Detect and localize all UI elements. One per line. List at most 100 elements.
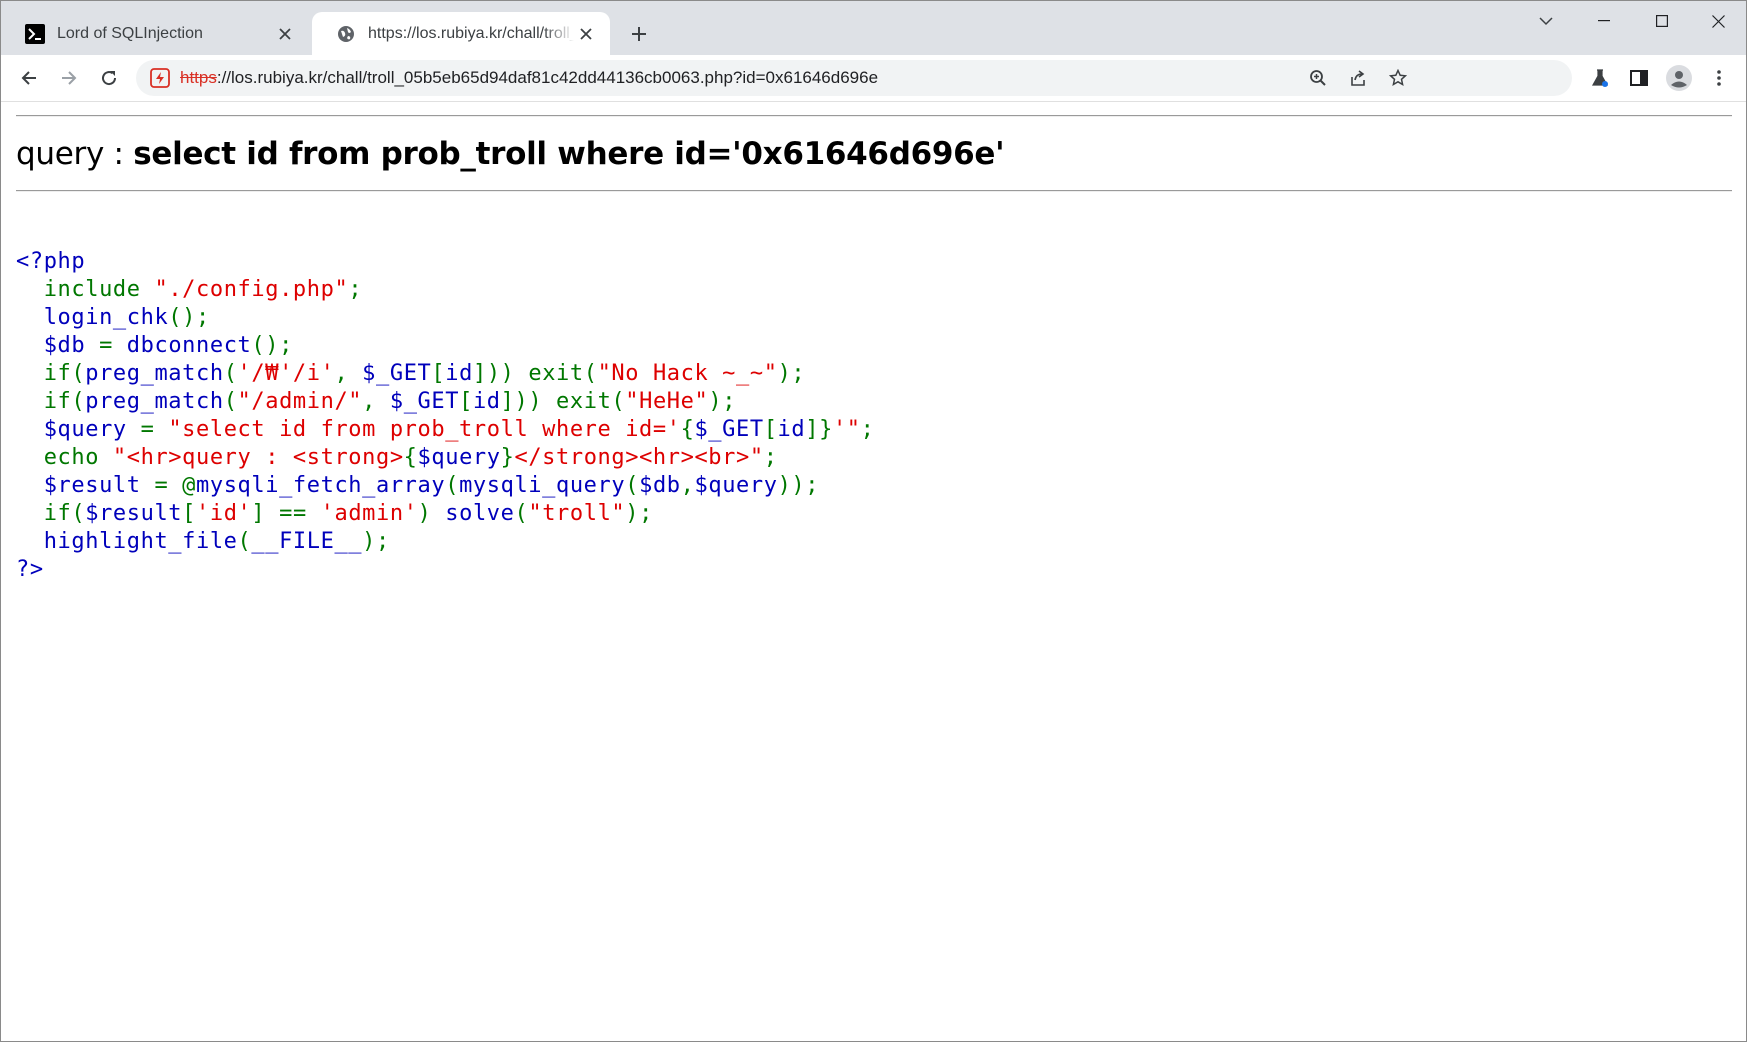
code-token: [ [431,361,446,386]
address-bar[interactable]: https://los.rubiya.kr/chall/troll_05b5eb… [136,60,1572,96]
code-token: id [777,417,806,442]
code-token: ] == [251,501,321,526]
maximize-icon [1656,15,1668,27]
code-line: ?> [16,556,875,584]
avatar-icon [1666,65,1692,91]
code-line: $db = dbconnect(); [16,332,875,360]
code-token: if( [16,361,86,386]
close-tab-icon[interactable] [273,22,297,46]
share-icon[interactable] [1344,64,1372,92]
code-token: ); [625,501,653,526]
zoom-icon[interactable] [1304,64,1332,92]
query-line: query : select id from prob_troll where … [16,136,1005,172]
code-token: (); [251,333,293,358]
new-tab-button[interactable] [625,20,653,48]
menu-button[interactable] [1703,62,1735,94]
horizontal-rule [16,190,1732,192]
code-line: if(preg_match("/admin/", $_GET[id])) exi… [16,388,875,416]
code-token: [ [459,389,473,414]
reload-button[interactable] [93,62,125,94]
code-token: )); [777,473,820,498]
code-token: { [403,445,418,470]
code-token: "./config.php" [154,277,349,302]
side-panel-icon [1630,70,1648,86]
minimize-button[interactable] [1575,1,1633,41]
code-token: $result [85,501,183,526]
code-token: $_GET [389,389,460,414]
terminal-icon [25,23,45,44]
code-token: ( [445,473,460,498]
code-token: if( [16,501,86,526]
tab-lord-of-sqlinjection[interactable]: Lord of SQLInjection [1,12,309,55]
code-token: include [43,277,155,302]
forward-button[interactable] [53,62,85,94]
code-line: if(preg_match('/₩'/i', $_GET[id])) exit(… [16,360,875,388]
code-token: , [362,389,390,414]
code-token: ; [763,445,778,470]
url-scheme: https [180,68,217,87]
maximize-button[interactable] [1633,1,1691,41]
code-token: } [500,445,515,470]
tab-search-button[interactable] [1517,1,1575,41]
code-token: ; [348,277,363,302]
code-token: ); [708,389,737,414]
code-token: ) [417,501,446,526]
code-token: dbconnect [126,333,252,358]
code-token: "select id from prob_troll where id=' [168,417,681,442]
url-rest: ://los.rubiya.kr/chall/troll_05b5eb65d94… [216,68,879,87]
code-token: ])) exit( [472,361,598,386]
close-icon [1711,14,1725,28]
code-token: '/₩'/i' [237,361,335,386]
code-token: $query [16,417,141,442]
code-token: solve [445,501,515,526]
bookmark-star-icon[interactable] [1384,64,1412,92]
tab-strip: Lord of SQLInjection https://los.rubiya.… [1,1,1746,55]
tab-troll-challenge[interactable]: https://los.rubiya.kr/chall/troll_05b5eb… [312,12,610,55]
code-token: ])) exit( [500,389,626,414]
code-token: , [680,473,695,498]
code-token: preg_match [85,389,224,414]
source-code-block: <?php include "./config.php"; login_chk (… [16,248,875,584]
close-window-button[interactable] [1689,1,1746,41]
code-token: = @ [154,473,196,498]
code-line: highlight_file(__FILE__); [16,528,875,556]
close-tab-icon[interactable] [574,22,598,46]
code-token: ); [362,529,390,554]
code-token: "<hr>query : <strong> [112,445,404,470]
kebab-menu-icon [1717,70,1721,86]
code-token: 'admin' [320,501,418,526]
query-value: select id from prob_troll where id='0x61… [133,136,1005,172]
code-token: "/admin/" [237,389,363,414]
code-token: [ [182,501,197,526]
code-token: login_chk [16,305,169,330]
globe-icon [336,24,356,44]
code-token: ( [223,389,238,414]
plus-icon [632,27,646,41]
not-secure-icon[interactable] [150,68,170,88]
code-token: ; [860,417,875,442]
url-text[interactable]: https://los.rubiya.kr/chall/troll_05b5eb… [180,60,878,96]
code-token: ); [777,361,806,386]
query-label: query : [16,136,134,172]
code-token: if( [16,389,86,414]
code-token: = [99,333,127,358]
code-token: $_GET [362,361,432,386]
code-token: ( [237,529,252,554]
page-content: query : select id from prob_troll where … [1,102,1746,1041]
profile-button[interactable] [1663,62,1695,94]
labs-button[interactable] [1584,62,1616,94]
code-line: include "./config.php"; [16,276,875,304]
code-token: mysqli_fetch_array [196,473,446,498]
code-token: <?php [16,249,86,274]
arrow-left-icon [21,71,36,85]
chevron-down-icon [1539,17,1553,26]
arrow-right-icon [62,71,77,85]
code-token: $result [16,473,155,498]
reload-icon [102,71,117,86]
horizontal-rule [16,115,1732,117]
code-token: "HeHe" [625,389,709,414]
back-button[interactable] [13,62,45,94]
code-token: ?> [16,557,44,582]
side-panel-button[interactable] [1623,62,1655,94]
